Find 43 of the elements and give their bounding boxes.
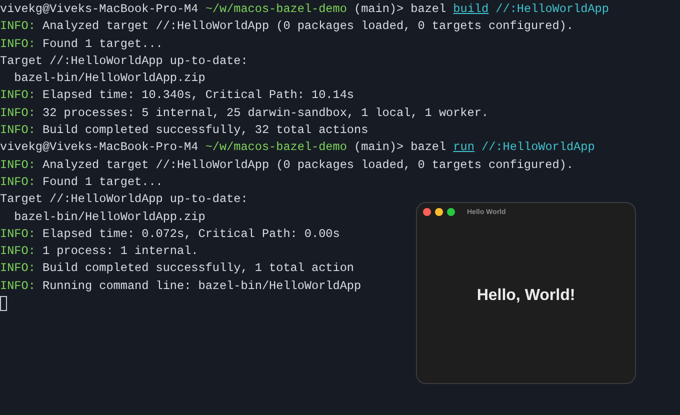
output-line: Target //:HelloWorldApp up-to-date: [0,52,248,70]
info-label: INFO: [0,122,36,140]
info-label: INFO: [0,278,36,295]
log-message: 32 processes: 5 internal, 25 darwin-sandbox, 1 local, 1 worker. [42,104,488,122]
command-target: //:HelloWorldApp [496,1,609,18]
info-label: INFO: [0,174,36,191]
prompt-user-host: vivekg@Viveks-MacBook-Pro-M4 [0,139,198,156]
info-label: INFO: [0,36,36,53]
command-name: bazel [410,1,446,18]
info-label: INFO: [0,156,36,174]
info-label: INFO: [0,104,36,122]
info-label: INFO: [0,87,36,104]
greeting-text: Hello, World! [476,287,576,305]
command-target: //:HelloWorldApp [482,139,595,156]
log-message: Found 1 target... [42,36,163,53]
log-message: Analyzed target //:HelloWorldApp (0 packages loaded, 0 targets configured). [42,18,574,36]
info-label: INFO: [0,260,36,278]
log-message: Elapsed time: 10.340s, Critical Path: 10.14s [42,87,354,104]
log-message: Running command line: bazel-bin/HelloWorldApp [42,278,362,295]
output-line: Target //:HelloWorldApp up-to-date: [0,191,248,208]
command-subcommand: build [453,1,489,18]
prompt-path: ~/w/macos-bazel-demo [205,1,347,18]
close-button[interactable] [423,208,431,216]
log-message: Build completed successfully, 1 total action [42,260,354,278]
zoom-button[interactable] [447,208,455,216]
info-label: INFO: [0,243,36,260]
output-line: bazel-bin/HelloWorldApp.zip [13,70,206,88]
log-message: Elapsed time: 0.072s, Critical Path: 0.00s [42,226,340,243]
output-line: bazel-bin/HelloWorldApp.zip [13,208,206,226]
info-label: INFO: [0,226,36,243]
log-message: 1 process: 1 internal. [42,243,198,260]
info-label: INFO: [0,18,36,36]
git-branch: (main)> [354,139,404,156]
git-branch: (main)> [354,1,404,18]
prompt-path: ~/w/macos-bazel-demo [205,139,347,156]
log-message: Build completed successfully, 32 total actions [42,122,368,140]
log-message: Analyzed target //:HelloWorldApp (0 packages loaded, 0 targets configured). [42,156,574,174]
text-cursor [0,296,7,312]
log-message: Found 1 target... [42,174,163,191]
command-name: bazel [410,139,446,156]
prompt-user-host: vivekg@Viveks-MacBook-Pro-M4 [0,1,198,18]
minimize-button[interactable] [435,208,443,216]
command-subcommand: run [453,139,474,156]
